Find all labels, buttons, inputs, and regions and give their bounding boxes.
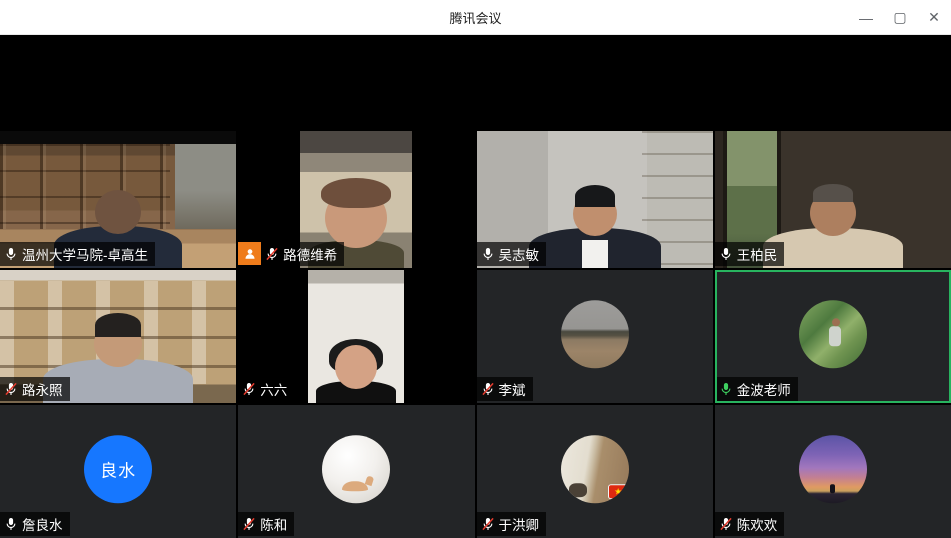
maximize-button[interactable]: ▢ xyxy=(883,0,917,35)
mic-muted-icon xyxy=(4,382,18,396)
mic-muted-icon xyxy=(481,382,495,396)
participant-name: 陈和 xyxy=(260,514,287,534)
participant-label: 路德维希 xyxy=(261,242,344,266)
participant-grid: 温州大学马院-卓高生 路德维希 xyxy=(0,131,951,538)
mic-muted-icon xyxy=(719,517,733,531)
participant-name: 陈欢欢 xyxy=(737,514,778,534)
participant-name: 王柏民 xyxy=(737,244,778,264)
participant-label: 詹良水 xyxy=(0,512,70,536)
china-flag-badge: ★ xyxy=(608,484,629,499)
mic-on-icon xyxy=(4,247,18,261)
participant-tile-11[interactable]: ★ 于洪卿 xyxy=(477,405,713,538)
participant-name: 吴志敏 xyxy=(499,244,540,264)
avatar xyxy=(322,435,390,503)
participant-tile-2[interactable]: 路德维希 xyxy=(238,131,474,268)
participant-label: 陈和 xyxy=(238,512,294,536)
participant-name: 六六 xyxy=(260,379,287,399)
mic-on-icon xyxy=(481,247,495,261)
avatar: 良水 xyxy=(84,435,152,503)
participant-label: 温州大学马院-卓高生 xyxy=(0,242,155,266)
participant-label: 李斌 xyxy=(477,377,533,401)
participant-tile-9[interactable]: 良水 詹良水 xyxy=(0,405,236,538)
mic-muted-icon xyxy=(481,517,495,531)
participant-tile-7[interactable]: 李斌 xyxy=(477,270,713,403)
participant-tile-3[interactable]: 吴志敏 xyxy=(477,131,713,268)
participant-name: 詹良水 xyxy=(22,514,63,534)
person-badge-icon xyxy=(243,247,257,261)
mic-on-icon xyxy=(4,517,18,531)
title-bar: 腾讯会议 — ▢ ✕ xyxy=(0,0,951,35)
participant-tile-1[interactable]: 温州大学马院-卓高生 xyxy=(0,131,236,268)
window-controls: — ▢ ✕ xyxy=(849,0,951,35)
avatar: ★ xyxy=(561,435,629,503)
window-title: 腾讯会议 xyxy=(449,8,501,27)
mic-speaking-icon xyxy=(719,382,733,396)
participant-tile-10[interactable]: 陈和 xyxy=(238,405,474,538)
participant-name: 路永照 xyxy=(22,379,63,399)
close-button[interactable]: ✕ xyxy=(917,0,951,35)
host-badge xyxy=(238,242,261,265)
participant-tile-4[interactable]: 王柏民 xyxy=(715,131,951,268)
participant-label: 金波老师 xyxy=(715,377,798,401)
participant-name: 温州大学马院-卓高生 xyxy=(22,244,148,264)
participant-name: 路德维希 xyxy=(283,244,337,264)
participant-label: 吴志敏 xyxy=(477,242,547,266)
avatar xyxy=(799,300,867,368)
avatar-initials: 良水 xyxy=(100,456,136,481)
participant-tile-12[interactable]: 陈欢欢 xyxy=(715,405,951,538)
mic-muted-icon xyxy=(242,382,256,396)
mic-muted-icon xyxy=(265,247,279,261)
participant-name: 于洪卿 xyxy=(499,514,540,534)
participant-label: 陈欢欢 xyxy=(715,512,785,536)
minimize-button[interactable]: — xyxy=(849,0,883,35)
participant-label: 六六 xyxy=(238,377,294,401)
meeting-stage: 温州大学马院-卓高生 路德维希 xyxy=(0,35,951,538)
participant-tile-8[interactable]: 金波老师 xyxy=(715,270,951,403)
participant-label: 路永照 xyxy=(0,377,70,401)
participant-name: 金波老师 xyxy=(737,379,791,399)
participant-label: 于洪卿 xyxy=(477,512,547,536)
mic-on-icon xyxy=(719,247,733,261)
mic-muted-icon xyxy=(242,517,256,531)
participant-tile-6[interactable]: 六六 xyxy=(238,270,474,403)
participant-label: 王柏民 xyxy=(715,242,785,266)
avatar xyxy=(799,435,867,503)
avatar xyxy=(561,300,629,368)
participant-tile-5[interactable]: 路永照 xyxy=(0,270,236,403)
participant-name: 李斌 xyxy=(499,379,526,399)
